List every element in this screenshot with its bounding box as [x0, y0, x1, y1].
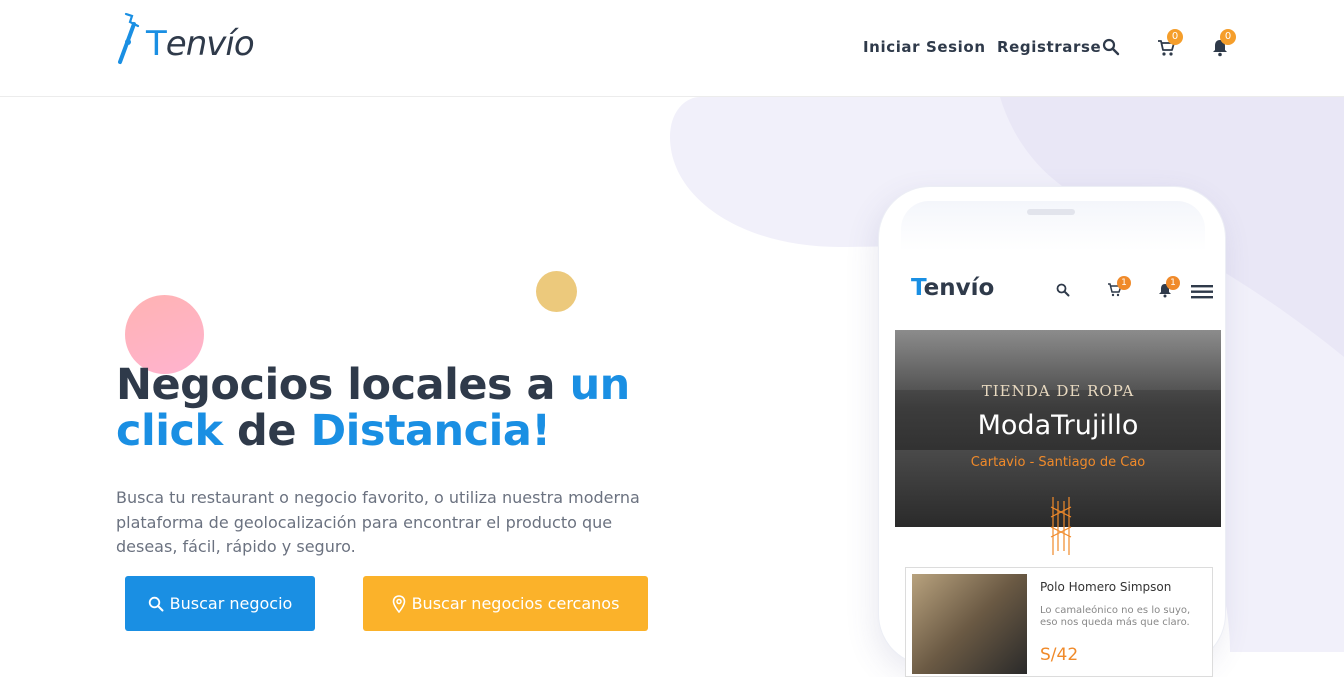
banner-subtitle: TIENDA DE ROPA	[981, 382, 1135, 400]
store-emblem-icon	[1050, 497, 1072, 555]
product-description: Lo camaleónico no es lo suyo, eso nos qu…	[1040, 605, 1191, 628]
phone-search-icon	[1056, 283, 1070, 297]
hero-title: Negocios locales a un click de Distancia…	[116, 360, 630, 456]
notifications-button[interactable]: 0	[1210, 29, 1236, 60]
product-title: Polo Homero Simpson	[1040, 580, 1172, 594]
phone-cart-badge: 1	[1117, 276, 1131, 290]
product-card[interactable]: Polo Homero Simpson Lo camaleónico no es…	[905, 567, 1213, 677]
brand-logo[interactable]: Tenvío	[116, 12, 255, 68]
nav-register-link[interactable]: Registrarse	[997, 38, 1101, 56]
search-nearby-label: Buscar negocios cercanos	[411, 594, 620, 613]
hero-description: Busca tu restaurant o negocio favorito, …	[116, 488, 640, 556]
map-pin-icon	[392, 594, 405, 613]
brand-name: Tenvío	[146, 24, 255, 64]
notification-count-badge: 0	[1220, 29, 1236, 45]
product-image	[912, 574, 1027, 674]
scooter-icon	[118, 12, 140, 64]
cart-count-badge: 0	[1167, 29, 1183, 45]
product-price: S/42	[1040, 645, 1079, 665]
phone-speaker	[1027, 209, 1075, 215]
search-button[interactable]	[1100, 34, 1126, 60]
search-icon	[148, 596, 164, 611]
search-business-label: Buscar negocio	[169, 594, 293, 613]
banner-store-name: ModaTrujillo	[977, 410, 1139, 441]
phone-mockup: Tenvío 1 1 TIENDA DE ROPA ModaTrujillo C…	[878, 186, 1226, 677]
search-icon	[1102, 38, 1120, 56]
phone-menu-icon	[1191, 285, 1213, 299]
phone-notification-badge: 1	[1166, 276, 1180, 290]
nav-login-link[interactable]: Iniciar Sesion	[863, 38, 986, 56]
decorative-circle-gold	[536, 271, 577, 312]
phone-brand-logo: Tenvío	[911, 275, 995, 301]
cart-button[interactable]: 0	[1155, 29, 1183, 60]
search-business-button[interactable]: Buscar negocio	[125, 576, 315, 631]
search-nearby-button[interactable]: Buscar negocios cercanos	[363, 576, 648, 631]
banner-location: Cartavio - Santiago de Cao	[970, 455, 1146, 470]
top-navbar: Tenvío Iniciar Sesion Registrarse 0 0	[0, 0, 1344, 97]
banner-ceiling	[895, 330, 1221, 390]
